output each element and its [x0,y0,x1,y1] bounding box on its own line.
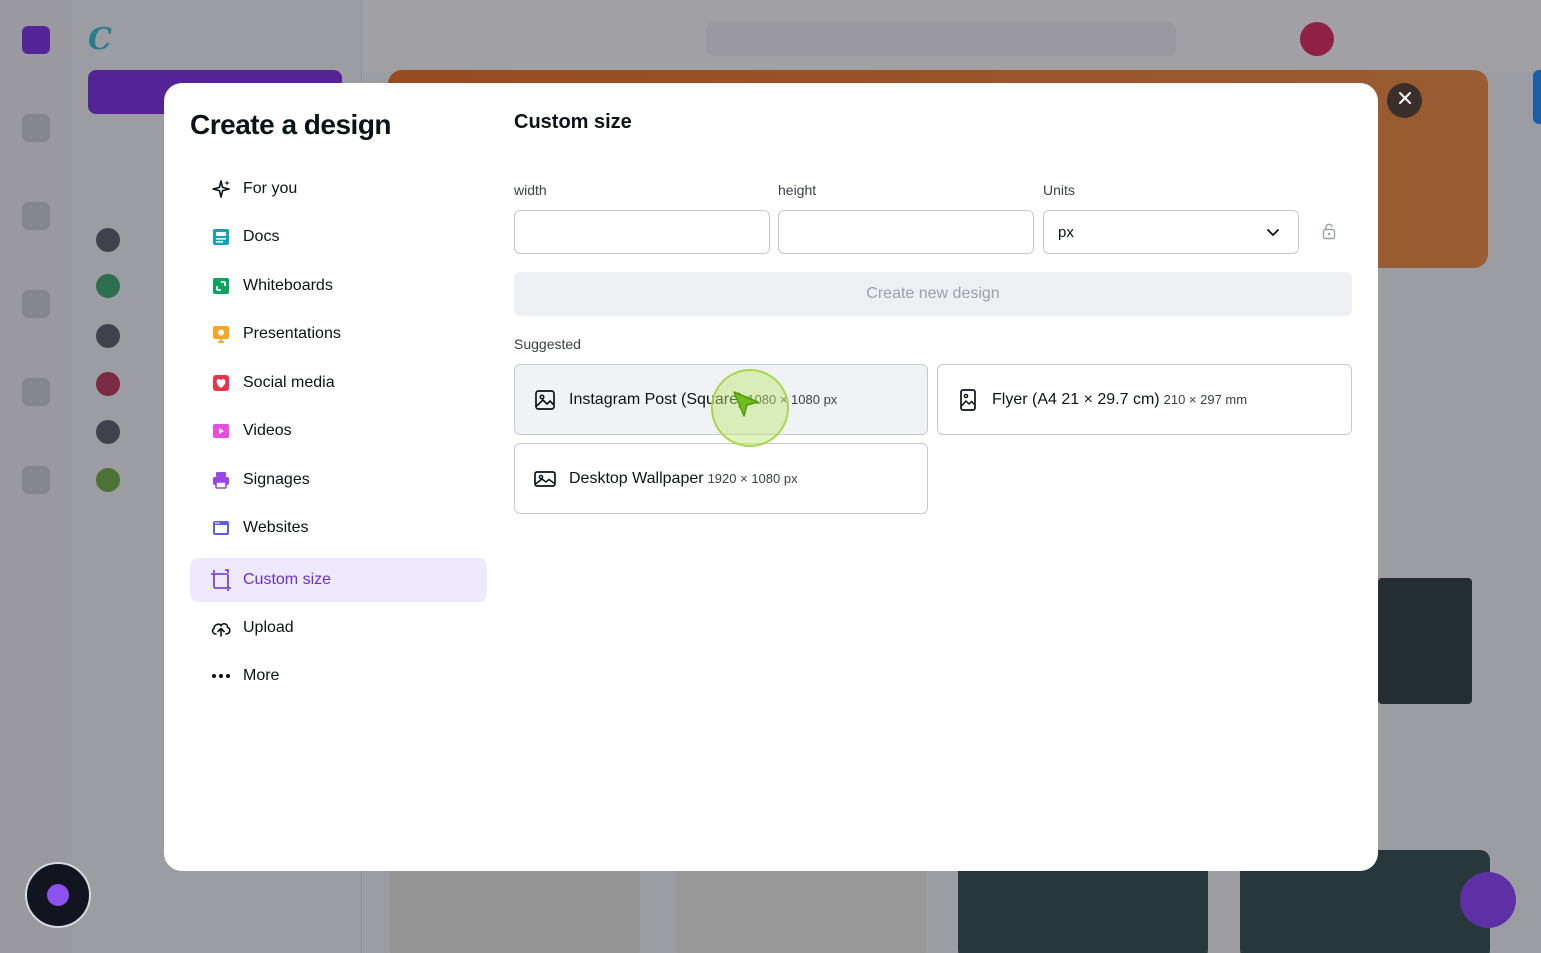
close-icon [1398,91,1412,110]
nav-item-social-media[interactable]: Social media [190,361,487,405]
suggestion-desktop-wallpaper[interactable]: Desktop Wallpaper 1920 × 1080 px [514,443,928,514]
video-icon [210,420,232,442]
suggestion-size: 1920 × 1080 px [707,470,798,486]
nav-item-upload[interactable]: Upload [190,606,487,650]
nav-item-for-you[interactable]: For you [190,167,487,211]
cursor-icon [728,384,768,429]
nav-label: Upload [243,619,294,636]
width-input[interactable] [514,210,770,254]
docs-icon [210,226,232,248]
presentation-icon [210,323,232,345]
width-label: width [514,182,547,198]
cloud-upload-icon [210,617,232,639]
units-label: Units [1043,182,1075,198]
nav-item-custom-size[interactable]: Custom size [190,558,487,602]
chevron-down-icon [1266,225,1280,244]
heart-icon [210,372,232,394]
suggestion-flyer[interactable]: Flyer (A4 21 × 29.7 cm) 210 × 297 mm [937,364,1352,435]
nav-item-more[interactable]: More [190,654,487,698]
custom-size-icon [210,569,232,591]
nav-label: Whiteboards [243,277,333,294]
nav-label: Social media [243,374,335,391]
close-modal-button[interactable] [1387,83,1422,118]
height-input[interactable] [778,210,1034,254]
nav-item-signages[interactable]: Signages [190,458,487,502]
suggestion-size: 210 × 297 mm [1163,391,1248,407]
sparkle-icon [210,178,232,200]
nav-label: For you [243,180,298,197]
suggested-label: Suggested [514,336,581,352]
lock-aspect-ratio-icon[interactable] [1322,222,1336,245]
nav-item-docs[interactable]: Docs [190,215,487,259]
nav-label: Videos [243,422,292,439]
whiteboard-icon [210,275,232,297]
printer-icon [210,469,232,491]
create-new-design-button[interactable]: Create new design [514,272,1352,316]
nav-item-websites[interactable]: Websites [190,506,487,550]
nav-label: Presentations [243,325,341,342]
nav-label: More [243,667,280,684]
suggestion-name: Desktop Wallpaper [569,469,704,487]
modal-title: Create a design [190,109,392,140]
nav-label: Websites [243,519,309,536]
record-icon [47,884,69,906]
create-design-modal: Create a design For you Docs Whiteboards [164,83,1378,871]
image-icon [533,388,557,417]
nav-label: Custom size [243,571,332,588]
portrait-image-icon [956,388,980,417]
nav-label: Signages [243,471,310,488]
units-select[interactable]: px [1043,210,1299,254]
units-value: px [1058,223,1074,241]
website-icon [210,517,232,539]
nav-item-whiteboards[interactable]: Whiteboards [190,264,487,308]
nav-item-presentations[interactable]: Presentations [190,312,487,356]
nav-label: Docs [243,228,280,245]
nav-item-videos[interactable]: Videos [190,409,487,453]
custom-size-title: Custom size [514,111,632,133]
more-icon [210,665,232,687]
suggestion-name: Flyer (A4 21 × 29.7 cm) [992,390,1160,408]
landscape-image-icon [533,467,557,496]
height-label: height [778,182,817,198]
recording-widget[interactable] [25,862,91,928]
